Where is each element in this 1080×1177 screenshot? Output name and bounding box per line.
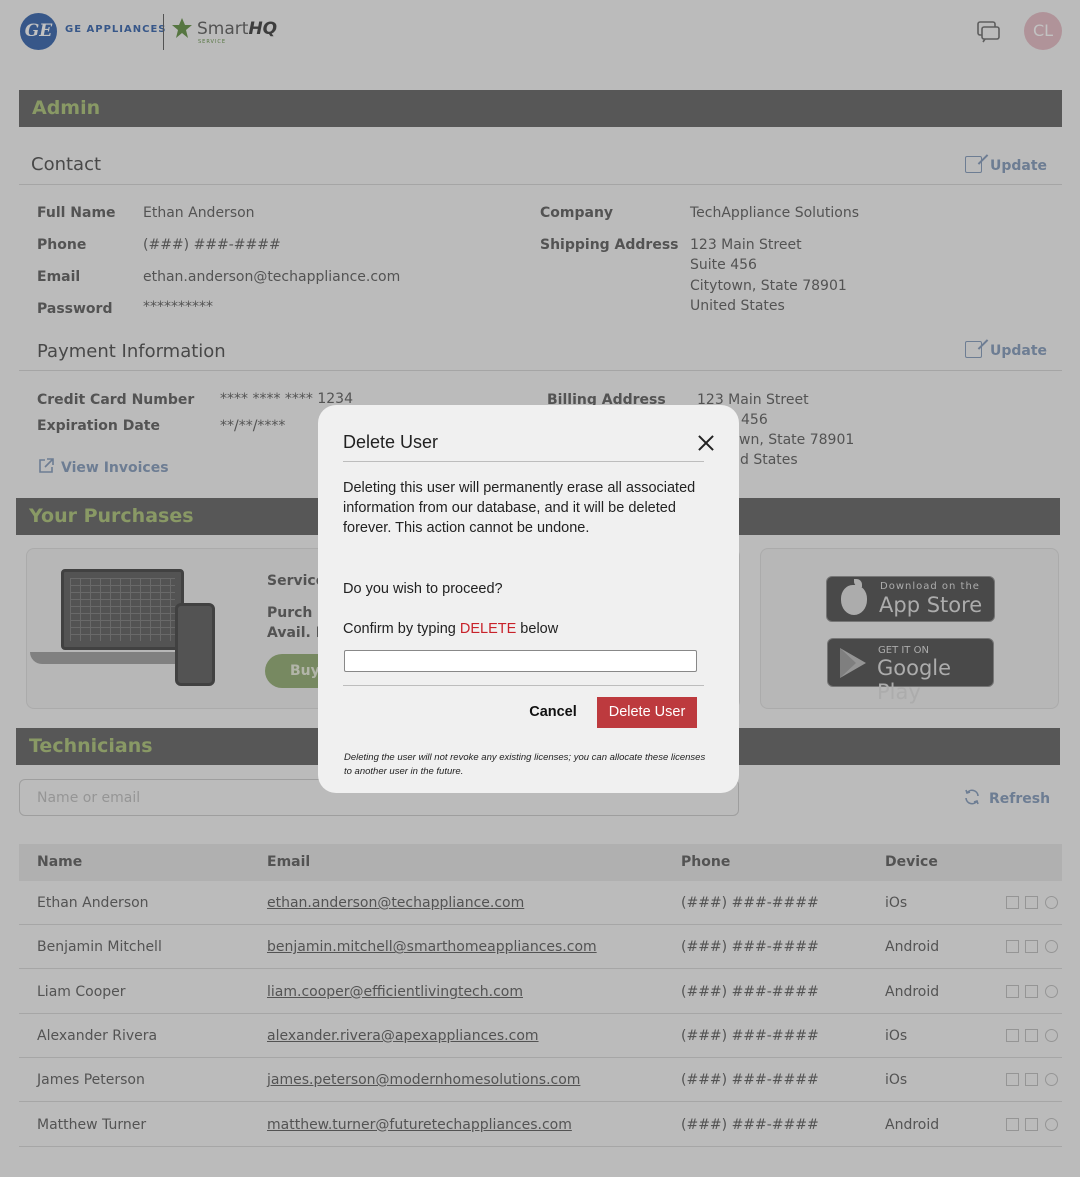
modal-title-divider xyxy=(343,461,704,462)
cancel-button[interactable]: Cancel xyxy=(508,697,598,728)
confirm-prefix: Confirm by typing xyxy=(343,621,460,637)
close-icon[interactable] xyxy=(698,435,714,451)
page-background: GE GE APPLIANCES SmartHQ SERVICE CL Admi… xyxy=(0,0,1080,1177)
confirm-suffix: below xyxy=(516,621,559,637)
modal-footnote: Deleting the user will not revoke any ex… xyxy=(344,752,706,777)
delete-user-button[interactable]: Delete User xyxy=(597,697,697,728)
modal-action-divider xyxy=(343,685,704,686)
delete-user-modal: Delete User Deleting this user will perm… xyxy=(318,405,739,793)
delete-confirm-input[interactable] xyxy=(344,650,697,672)
modal-confirm-instruction: Confirm by typing DELETE below xyxy=(343,619,708,639)
modal-question: Do you wish to proceed? xyxy=(343,581,503,597)
modal-title: Delete User xyxy=(343,432,439,452)
modal-body-text: Deleting this user will permanently eras… xyxy=(343,480,696,536)
confirm-keyword: DELETE xyxy=(459,621,517,637)
